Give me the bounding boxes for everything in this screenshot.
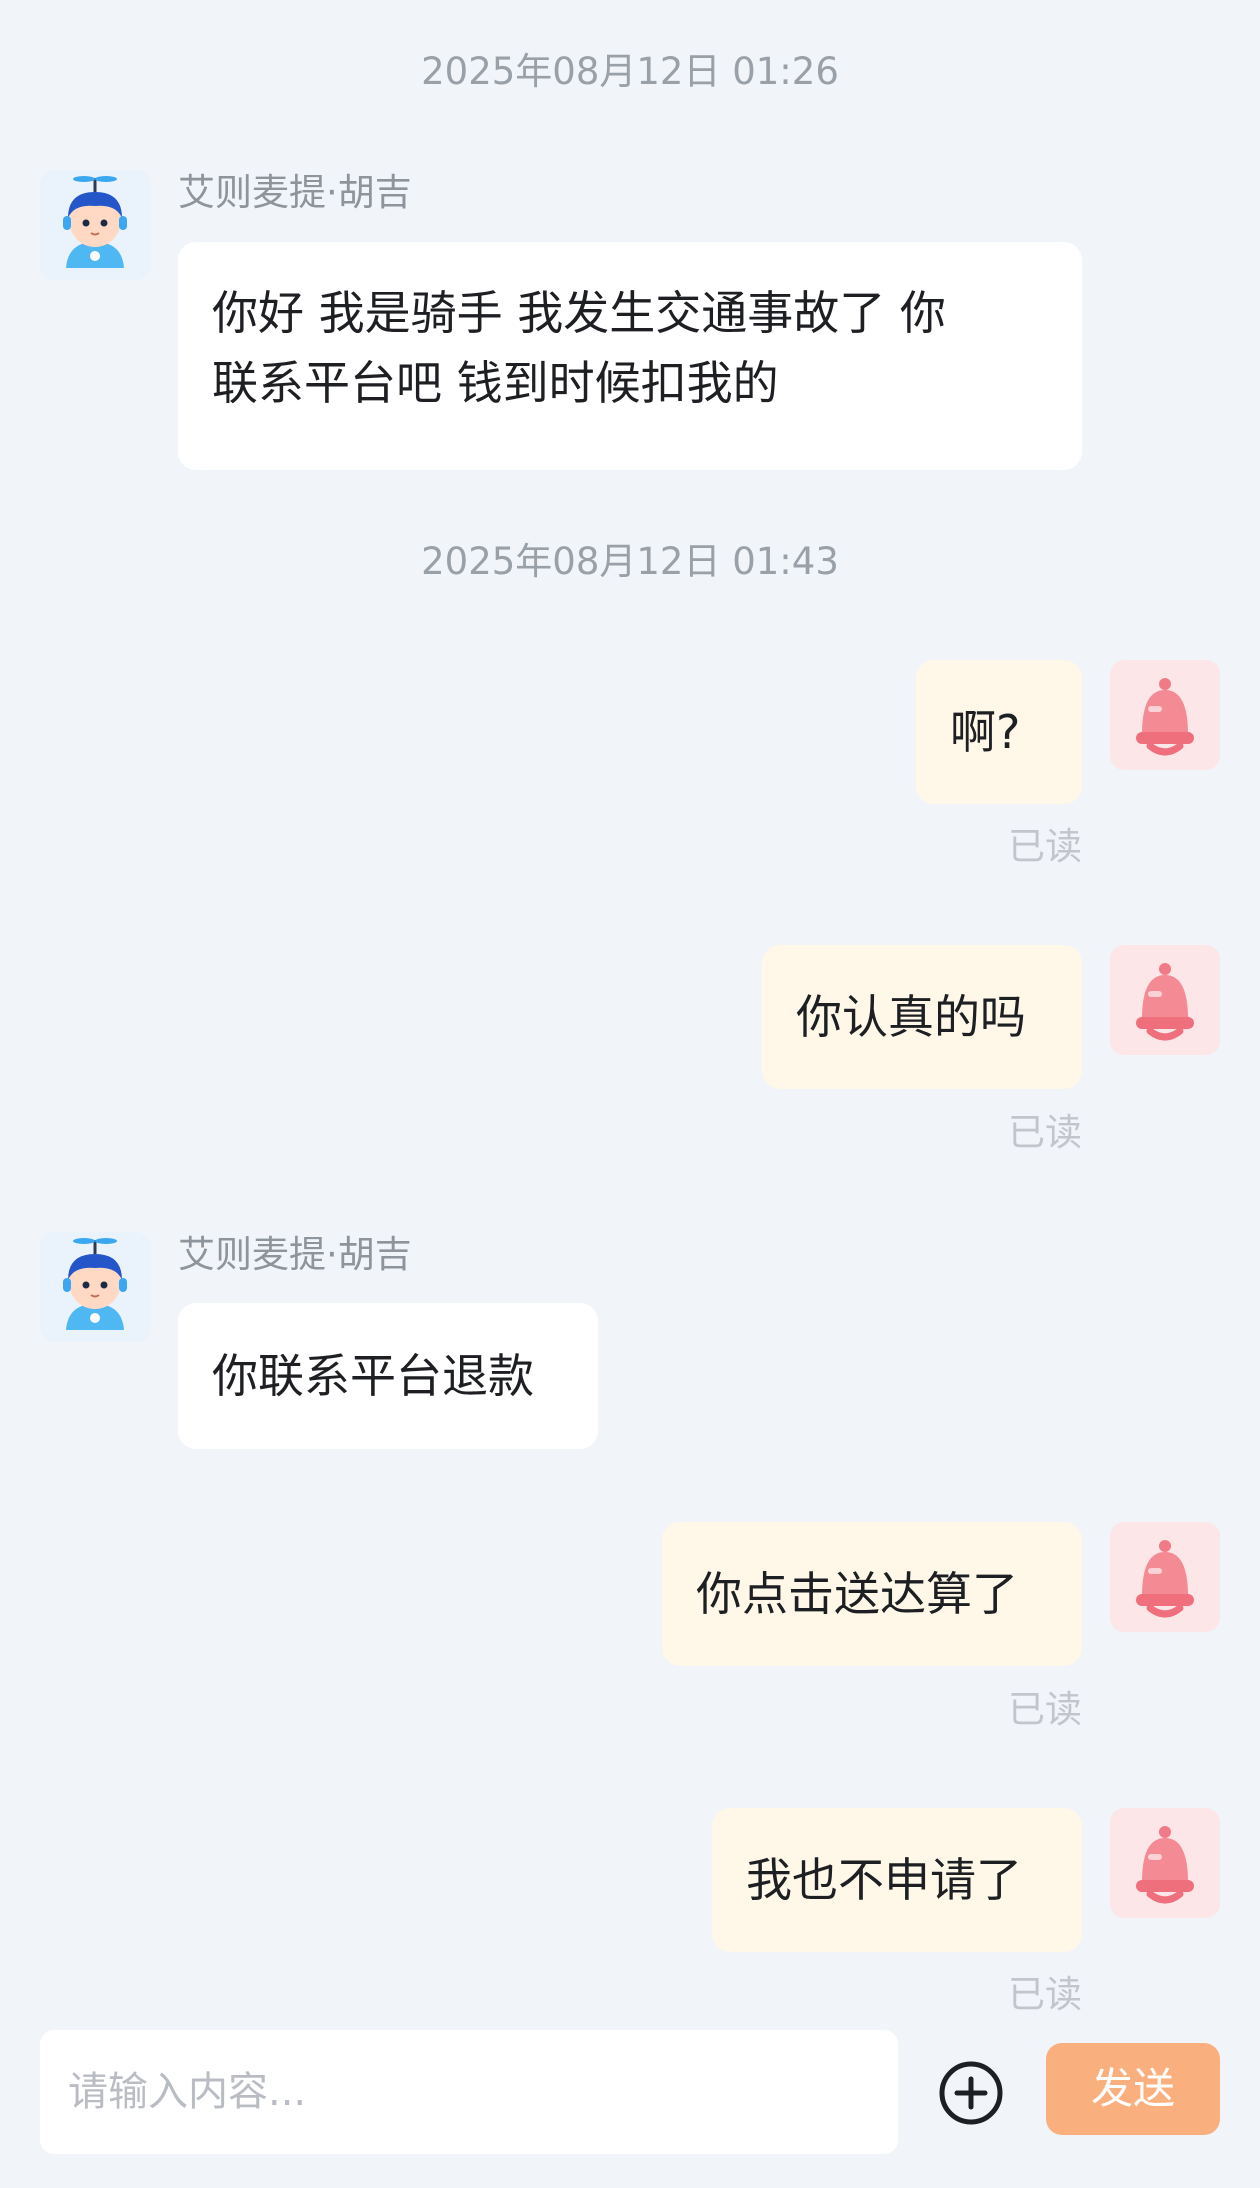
plus-circle-icon[interactable] bbox=[938, 2060, 1004, 2126]
send-button[interactable]: 发送 bbox=[1046, 2043, 1220, 2135]
user-avatar-icon[interactable] bbox=[1110, 660, 1220, 770]
sender-name: 艾则麦提·胡吉 bbox=[178, 171, 412, 214]
message-text: 你点击送达算了 bbox=[696, 1567, 1018, 1621]
timestamp: 2025年08月12日 01:43 bbox=[421, 540, 839, 583]
read-status: 已读 bbox=[1008, 1688, 1082, 1731]
message-text-line: 联系平台吧 钱到时候扣我的 bbox=[212, 356, 779, 410]
read-status: 已读 bbox=[1008, 1973, 1082, 2010]
outgoing-message-bubble[interactable]: 我也不申请了 bbox=[712, 1808, 1082, 1952]
user-avatar-icon[interactable] bbox=[1110, 945, 1220, 1055]
user-avatar-icon[interactable] bbox=[1110, 1808, 1220, 1918]
message-text: 啊? bbox=[950, 705, 1021, 759]
rider-avatar-icon[interactable] bbox=[40, 1232, 150, 1342]
message-text-line: 你好 我是骑手 我发生交通事故了 你 bbox=[212, 286, 946, 340]
read-status: 已读 bbox=[1008, 825, 1082, 868]
chat-area[interactable]: 2025年08月12日 01:26 艾则麦提·胡吉 你好 我是骑手 我发生交通事… bbox=[0, 0, 1260, 2010]
message-text: 你联系平台退款 bbox=[212, 1349, 534, 1403]
rider-avatar-icon[interactable] bbox=[40, 170, 150, 280]
message-input[interactable] bbox=[40, 2030, 898, 2154]
incoming-message-bubble[interactable]: 你好 我是骑手 我发生交通事故了 你 联系平台吧 钱到时候扣我的 bbox=[178, 242, 1082, 470]
timestamp: 2025年08月12日 01:26 bbox=[421, 50, 839, 93]
outgoing-message-bubble[interactable]: 你认真的吗 bbox=[762, 945, 1082, 1089]
user-avatar-icon[interactable] bbox=[1110, 1522, 1220, 1632]
incoming-message-bubble[interactable]: 你联系平台退款 bbox=[178, 1303, 598, 1449]
sender-name: 艾则麦提·胡吉 bbox=[178, 1233, 412, 1276]
read-status: 已读 bbox=[1008, 1111, 1082, 1154]
outgoing-message-bubble[interactable]: 啊? bbox=[916, 660, 1082, 804]
message-text: 我也不申请了 bbox=[746, 1853, 1022, 1907]
input-bar: 发送 bbox=[0, 2010, 1260, 2188]
outgoing-message-bubble[interactable]: 你点击送达算了 bbox=[662, 1522, 1082, 1666]
message-text: 你认真的吗 bbox=[796, 990, 1026, 1044]
